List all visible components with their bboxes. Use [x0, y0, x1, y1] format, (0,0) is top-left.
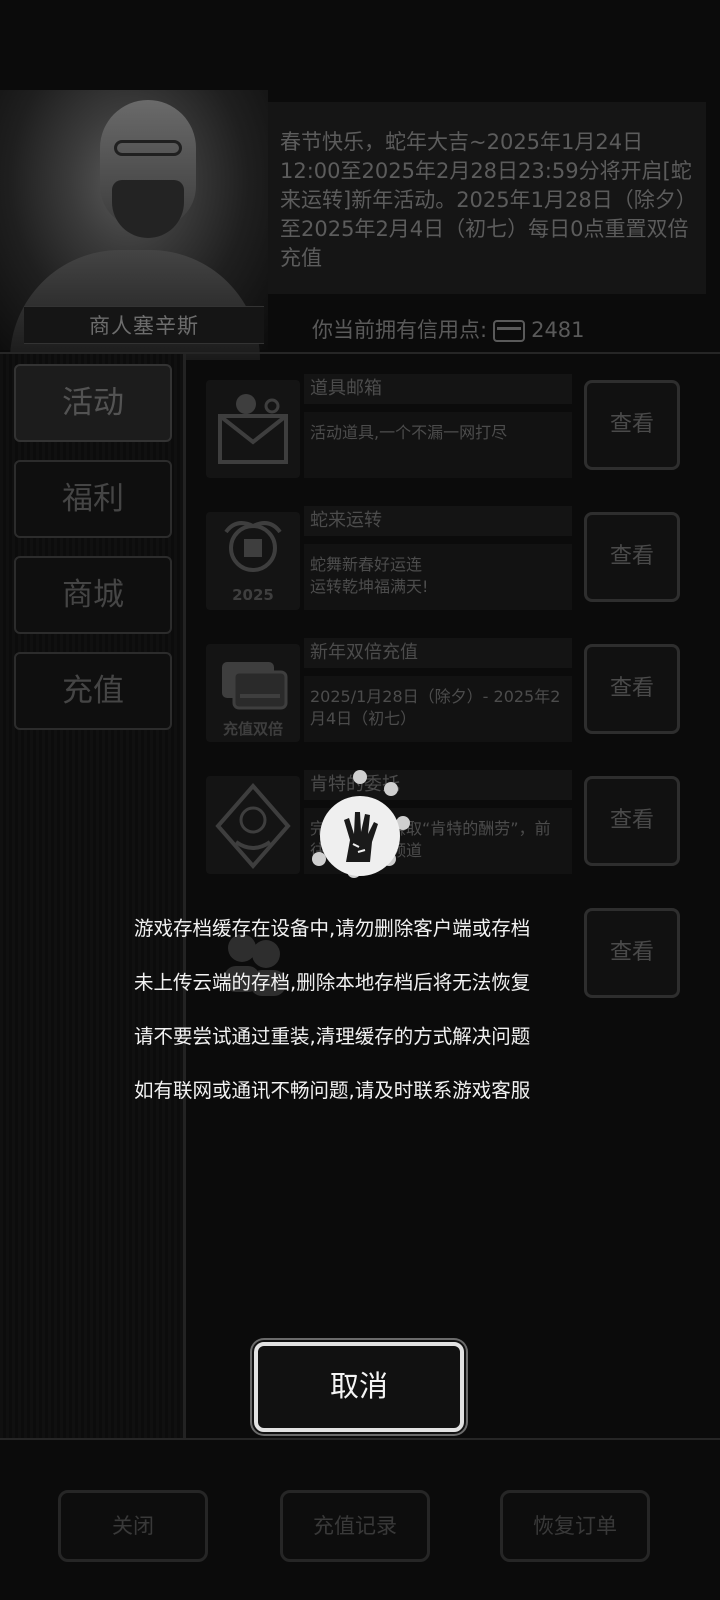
event-row-kent: 肯特的委托 完成任务，赚取“肯特的酬劳”，前往电台活动频道 查看 [198, 770, 706, 888]
cancel-button[interactable]: 取消 [254, 1342, 464, 1432]
mail-icon [206, 380, 300, 478]
merchant-glasses [114, 140, 182, 156]
credit-card-icon [493, 320, 526, 342]
view-button[interactable]: 查看 [584, 908, 680, 998]
event-row-double-recharge: 充值双倍 新年双倍充值 2025/1月28日（除夕）- 2025年2月4日（初七… [198, 638, 706, 756]
storage-warning-message: 游戏存档缓存在设备中,请勿删除客户端或存档 未上传云端的存档,删除本地存档后将无… [134, 902, 594, 1118]
warning-line: 未上传云端的存档,删除本地存档后将无法恢复 [134, 971, 531, 994]
event-desc: 蛇舞新春好运连 运转乾坤福满天! [304, 544, 572, 610]
recharge-history-button[interactable]: 充值记录 [280, 1490, 430, 1562]
close-button[interactable]: 关闭 [58, 1490, 208, 1562]
loading-spinner [300, 770, 420, 896]
event-title: 道具邮箱 [304, 374, 572, 404]
snake-2025-icon: 2025 [206, 512, 300, 610]
event-row-mailbox: 道具邮箱 活动道具,一个不漏一网打尽 查看 [198, 374, 706, 492]
double-recharge-icon: 充值双倍 [206, 644, 300, 742]
credits-label: 你当前拥有信用点: [312, 318, 488, 342]
double-recharge-icon-text: 充值双倍 [222, 720, 283, 738]
merchant-name: 商人塞辛斯 [24, 306, 264, 344]
category-sidebar: 活动 福利 商城 充值 [0, 354, 186, 1438]
event-desc: 活动道具,一个不漏一网打尽 [304, 412, 572, 478]
spinner-dot [384, 782, 398, 796]
tab-events[interactable]: 活动 [14, 364, 172, 442]
restore-order-button[interactable]: 恢复订单 [500, 1490, 650, 1562]
view-button[interactable]: 查看 [584, 776, 680, 866]
view-button[interactable]: 查看 [584, 644, 680, 734]
warning-line: 如有联网或通讯不畅问题,请及时联系游戏客服 [134, 1079, 531, 1102]
event-desc: 2025/1月28日（除夕）- 2025年2月4日（初七） [304, 676, 572, 742]
zombie-hand-icon [320, 796, 400, 876]
view-button[interactable]: 查看 [584, 512, 680, 602]
announcement-text: 春节快乐，蛇年大吉~2025年1月24日12:00至2025年2月28日23:5… [268, 102, 706, 294]
warning-line: 请不要尝试通过重装,清理缓存的方式解决问题 [134, 1025, 531, 1048]
event-title: 蛇来运转 [304, 506, 572, 536]
view-button[interactable]: 查看 [584, 380, 680, 470]
credits-display: 你当前拥有信用点: 2481 [312, 314, 585, 344]
event-row-snake: 2025 蛇来运转 蛇舞新春好运连 运转乾坤福满天! 查看 [198, 506, 706, 624]
k-emblem-icon [206, 776, 300, 874]
snake-icon-year: 2025 [232, 586, 274, 604]
spinner-dot [353, 770, 367, 784]
merchant-beard [112, 180, 184, 238]
credits-value: 2481 [531, 318, 585, 342]
tab-welfare[interactable]: 福利 [14, 460, 172, 538]
warning-line: 游戏存档缓存在设备中,请勿删除客户端或存档 [134, 917, 531, 940]
tab-store[interactable]: 商城 [14, 556, 172, 634]
tab-recharge[interactable]: 充值 [14, 652, 172, 730]
event-title: 新年双倍充值 [304, 638, 572, 668]
